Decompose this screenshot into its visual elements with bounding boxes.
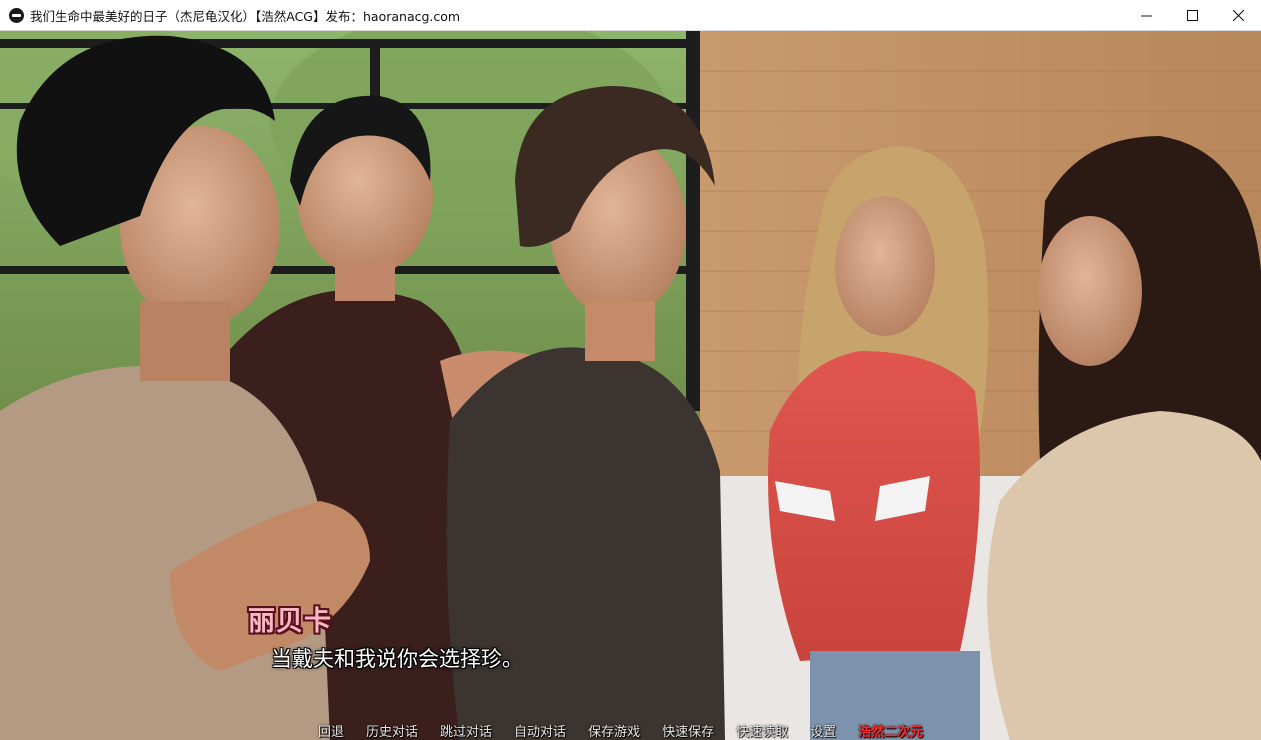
speaker-name: 丽贝卡	[248, 606, 332, 637]
close-button[interactable]	[1215, 0, 1261, 31]
quick-load-button[interactable]: 快速读取	[736, 721, 788, 740]
minimize-button[interactable]	[1123, 0, 1169, 31]
quick-save-button[interactable]: 快速保存	[662, 721, 714, 740]
auto-button[interactable]: 自动对话	[514, 721, 566, 740]
quick-menu: 回退 历史对话 跳过对话 自动对话 保存游戏 快速保存 快速读取 设置 浩然二次…	[318, 720, 923, 740]
close-icon	[1232, 10, 1244, 21]
window-title: 我们生命中最美好的日子（杰尼龟汉化）【浩然ACG】发布：haoranacg.co…	[30, 8, 461, 24]
dialogue-text: 当戴夫和我说你会选择珍。	[271, 647, 523, 671]
history-button[interactable]: 历史对话	[366, 721, 418, 740]
minimize-icon	[1140, 15, 1152, 17]
window-title-bar: 我们生命中最美好的日子（杰尼龟汉化）【浩然ACG】发布：haoranacg.co…	[0, 0, 1261, 31]
publisher-link[interactable]: 浩然二次元	[858, 721, 923, 740]
settings-button[interactable]: 设置	[810, 721, 836, 740]
app-icon	[9, 7, 24, 23]
window-controls	[1123, 0, 1261, 31]
maximize-button[interactable]	[1169, 0, 1215, 31]
maximize-icon	[1186, 10, 1198, 21]
skip-button[interactable]: 跳过对话	[440, 721, 492, 740]
scene-illustration	[0, 31, 1261, 740]
game-scene[interactable]: 丽贝卡 当戴夫和我说你会选择珍。	[0, 31, 1261, 740]
save-button[interactable]: 保存游戏	[588, 721, 640, 740]
rollback-button[interactable]: 回退	[318, 721, 344, 740]
